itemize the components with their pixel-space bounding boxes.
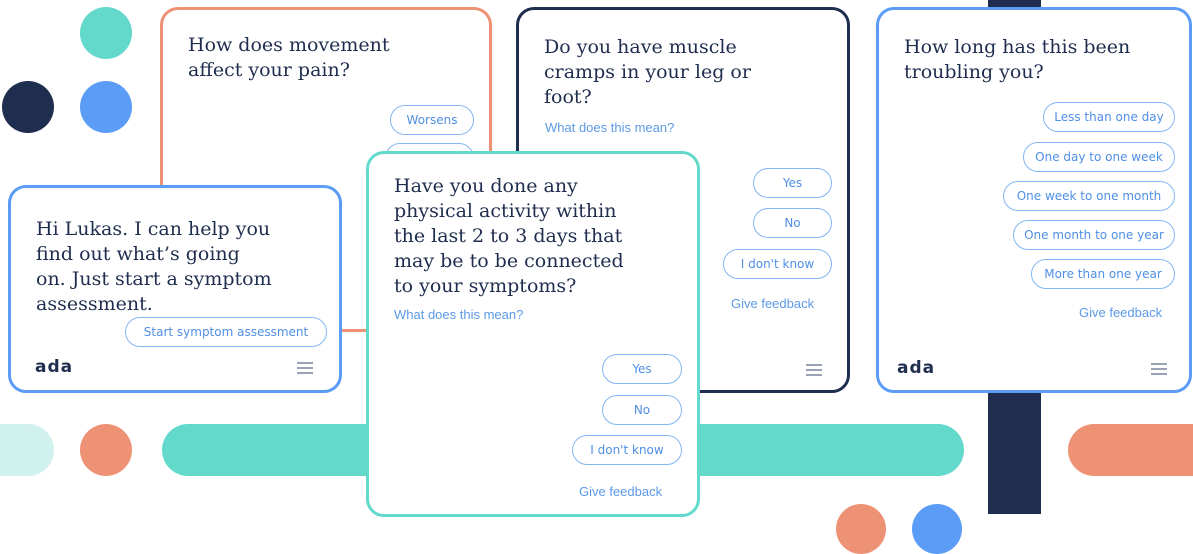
question-line: affect your pain? [188,59,350,81]
answer-yes-button[interactable]: Yes [753,168,832,198]
give-feedback-link[interactable]: Give feedback [1079,305,1162,320]
greeting-card: Hi Lukas. I can help you find out what’s… [8,185,342,393]
give-feedback-link[interactable]: Give feedback [731,296,814,311]
answer-no-button[interactable]: No [602,395,682,425]
give-feedback-link[interactable]: Give feedback [579,484,662,499]
answer-less-than-one-day-button[interactable]: Less than one day [1043,102,1175,132]
question-line: to your symptoms? [394,275,577,297]
ada-logo: ada [897,358,936,378]
question-line: Have you done any [394,175,578,197]
question-line: Do you have muscle [544,36,737,58]
activity-question-card: Have you done any physical activity with… [366,151,700,517]
question-line: the last 2 to 3 days that [394,225,623,247]
answer-worsens-button[interactable]: Worsens [390,105,474,135]
greeting-line: on. Just start a symptom [36,268,272,290]
hamburger-menu-icon[interactable] [297,362,313,374]
what-does-this-mean-link[interactable]: What does this mean? [545,120,674,135]
hamburger-menu-icon[interactable] [1151,363,1167,375]
coral-dot-decoration [80,424,132,476]
navy-dot-decoration [2,81,54,133]
coral-pill-decoration [1068,424,1193,476]
answer-one-month-to-one-year-button[interactable]: One month to one year [1013,220,1175,250]
answer-more-than-one-year-button[interactable]: More than one year [1031,259,1175,289]
question-line: may be to be connected [394,250,624,272]
question-line: How does movement [188,34,390,56]
answer-dont-know-button[interactable]: I don't know [723,249,832,279]
question-line: How long has this been [904,36,1131,58]
answer-no-button[interactable]: No [753,208,832,238]
greeting-line: assessment. [36,293,153,315]
ada-logo: ada [35,357,74,377]
answer-one-week-to-one-month-button[interactable]: One week to one month [1003,181,1175,211]
what-does-this-mean-link[interactable]: What does this mean? [394,307,523,322]
duration-question-card: How long has this been troubling you? Le… [876,7,1192,393]
question-line: cramps in your leg or [544,61,751,83]
blue-dot-decoration [80,81,132,133]
start-symptom-assessment-button[interactable]: Start symptom assessment [125,317,327,347]
greeting-line: Hi Lukas. I can help you [36,218,271,240]
question-line: troubling you? [904,61,1044,83]
question-line: foot? [544,86,592,108]
light-teal-pill-decoration [0,424,54,476]
answer-dont-know-button[interactable]: I don't know [572,435,682,465]
coral-bottom-dot-decoration [836,504,886,554]
hamburger-menu-icon[interactable] [806,364,822,376]
teal-dot-decoration [80,7,132,59]
greeting-line: find out what’s going [36,243,240,265]
answer-yes-button[interactable]: Yes [602,354,682,384]
question-line: physical activity within [394,200,617,222]
blue-bottom-dot-decoration [912,504,962,554]
answer-one-day-to-one-week-button[interactable]: One day to one week [1023,142,1175,172]
